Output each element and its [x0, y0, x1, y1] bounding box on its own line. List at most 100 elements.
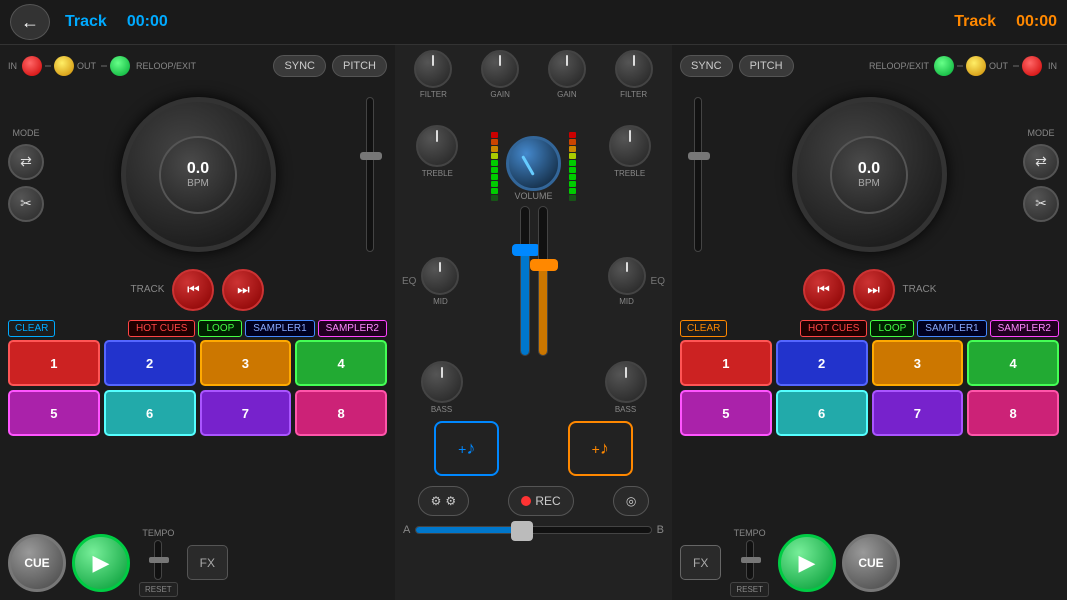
left-hot-cues-tab[interactable]: HOT CUES: [128, 320, 196, 337]
left-tempo-label: TEMPO: [142, 528, 174, 538]
right-loop-tab[interactable]: LOOP: [870, 320, 914, 337]
right-gain-knob[interactable]: [548, 50, 586, 88]
left-jog-wheel-container: 0.0 BPM: [52, 97, 344, 252]
left-loop-tab[interactable]: LOOP: [198, 320, 242, 337]
volume-label: VOLUME: [514, 191, 552, 201]
left-pad-2[interactable]: 2: [104, 340, 196, 386]
left-pitch-thumb[interactable]: [360, 152, 382, 160]
right-mode-column: MODE ⇄ ✂: [1023, 128, 1059, 222]
left-mode-column: MODE ⇄ ✂: [8, 128, 44, 222]
mixer-target-button[interactable]: ◎: [613, 486, 649, 516]
right-mode-btn-2[interactable]: ✂: [1023, 186, 1059, 222]
left-tempo-thumb[interactable]: [149, 557, 169, 563]
left-add-track-button[interactable]: + ♪: [434, 421, 499, 476]
left-fx-button[interactable]: FX: [187, 545, 228, 580]
right-sync-button[interactable]: SYNC: [680, 55, 733, 77]
left-sampler2-tab[interactable]: SAMPLER2: [318, 320, 387, 337]
left-pitch-track[interactable]: [366, 97, 374, 252]
left-bass-knob[interactable]: [421, 361, 463, 403]
left-pad-4[interactable]: 4: [295, 340, 387, 386]
left-mode-btn-2[interactable]: ✂: [8, 186, 44, 222]
right-in-label: IN: [1048, 61, 1057, 71]
left-pad-7[interactable]: 7: [200, 390, 292, 436]
right-sampler1-tab[interactable]: SAMPLER1: [917, 320, 986, 337]
right-pads-section: CLEAR HOT CUES LOOP SAMPLER1 SAMPLER2 1 …: [672, 317, 1067, 525]
volume-knob[interactable]: [506, 136, 561, 191]
mixer-bottom-row: ⚙ ⚙ REC ◎: [395, 481, 672, 521]
right-reset-button[interactable]: RESET: [730, 582, 769, 597]
right-pad-7[interactable]: 7: [872, 390, 964, 436]
crossfader-thumb[interactable]: [511, 521, 533, 541]
right-in-led: [1022, 56, 1042, 76]
right-eq-label[interactable]: EQ: [649, 274, 667, 289]
left-treble-knob[interactable]: [416, 125, 458, 167]
left-eq-label[interactable]: EQ: [400, 274, 418, 289]
left-sampler1-tab[interactable]: SAMPLER1: [245, 320, 314, 337]
right-tempo-track[interactable]: [746, 540, 754, 580]
right-fader-track[interactable]: [538, 206, 548, 356]
left-filter-knob[interactable]: [414, 50, 452, 88]
left-pads-grid: 1 2 3 4 5 6 7 8: [8, 340, 387, 436]
left-fader-track[interactable]: [520, 206, 530, 356]
right-mode-btn-1[interactable]: ⇄: [1023, 144, 1059, 180]
left-fader-fill: [521, 251, 529, 355]
right-pad-6[interactable]: 6: [776, 390, 868, 436]
left-pad-3[interactable]: 3: [200, 340, 292, 386]
right-track-label: Track: [954, 13, 996, 31]
left-pad-1[interactable]: 1: [8, 340, 100, 386]
right-fx-button[interactable]: FX: [680, 545, 721, 580]
right-pad-2[interactable]: 2: [776, 340, 868, 386]
left-sync-button[interactable]: SYNC: [273, 55, 326, 77]
right-bpm-value: 0.0: [858, 160, 880, 178]
right-pad-3[interactable]: 3: [872, 340, 964, 386]
right-pitch-button[interactable]: PITCH: [739, 55, 794, 77]
right-jog-wheel[interactable]: 0.0 BPM: [792, 97, 947, 252]
right-mid-knob[interactable]: [608, 257, 646, 295]
crossfader-track[interactable]: [415, 526, 651, 534]
right-pitch-thumb[interactable]: [688, 152, 710, 160]
mixer-rec-button[interactable]: REC: [508, 486, 573, 516]
main-layout: IN OUT RELOOP/EXIT SYNC PITCH MODE ⇄ ✂: [0, 45, 1067, 600]
right-tempo-thumb[interactable]: [741, 557, 761, 563]
left-pad-6[interactable]: 6: [104, 390, 196, 436]
right-play-button[interactable]: ▶: [778, 534, 836, 592]
left-mid-label: MID: [433, 297, 448, 306]
left-play-button[interactable]: ▶: [72, 534, 130, 592]
left-clear-button[interactable]: CLEAR: [8, 320, 55, 337]
right-bass-knob[interactable]: [605, 361, 647, 403]
target-icon: ◎: [626, 494, 636, 508]
right-next-track-button[interactable]: ⏭: [853, 269, 895, 311]
left-pad-5[interactable]: 5: [8, 390, 100, 436]
left-pad-8[interactable]: 8: [295, 390, 387, 436]
mixer-eq-button[interactable]: ⚙ ⚙: [418, 486, 470, 516]
left-cue-button[interactable]: CUE: [8, 534, 66, 592]
right-tempo-col: TEMPO RESET: [730, 528, 769, 597]
left-jog-wheel[interactable]: 0.0 BPM: [121, 97, 276, 252]
right-pitch-track[interactable]: [694, 97, 702, 252]
right-clear-button[interactable]: CLEAR: [680, 320, 727, 337]
left-fader-thumb[interactable]: [512, 244, 540, 256]
left-gain-knob[interactable]: [481, 50, 519, 88]
right-filter-knob[interactable]: [615, 50, 653, 88]
left-reset-button[interactable]: RESET: [139, 582, 178, 597]
left-prev-track-button[interactable]: ⏮: [172, 269, 214, 311]
right-add-track-button[interactable]: + ♪: [568, 421, 633, 476]
left-next-track-button[interactable]: ⏭: [222, 269, 264, 311]
right-treble-knob[interactable]: [609, 125, 651, 167]
bass-row: BASS BASS: [395, 359, 672, 416]
right-pad-5[interactable]: 5: [680, 390, 772, 436]
right-pad-8[interactable]: 8: [967, 390, 1059, 436]
left-mode-btn-1[interactable]: ⇄: [8, 144, 44, 180]
right-fader-thumb[interactable]: [530, 259, 558, 271]
left-tempo-track[interactable]: [154, 540, 162, 580]
right-cue-button[interactable]: CUE: [842, 534, 900, 592]
right-pad-4[interactable]: 4: [967, 340, 1059, 386]
right-hot-cues-tab[interactable]: HOT CUES: [800, 320, 868, 337]
right-sampler2-tab[interactable]: SAMPLER2: [990, 320, 1059, 337]
left-mid-knob[interactable]: [421, 257, 459, 295]
back-button[interactable]: ←: [10, 4, 50, 40]
left-pitch-button[interactable]: PITCH: [332, 55, 387, 77]
right-prev-track-button[interactable]: ⏮: [803, 269, 845, 311]
left-bpm-label: BPM: [187, 178, 209, 189]
right-pad-1[interactable]: 1: [680, 340, 772, 386]
